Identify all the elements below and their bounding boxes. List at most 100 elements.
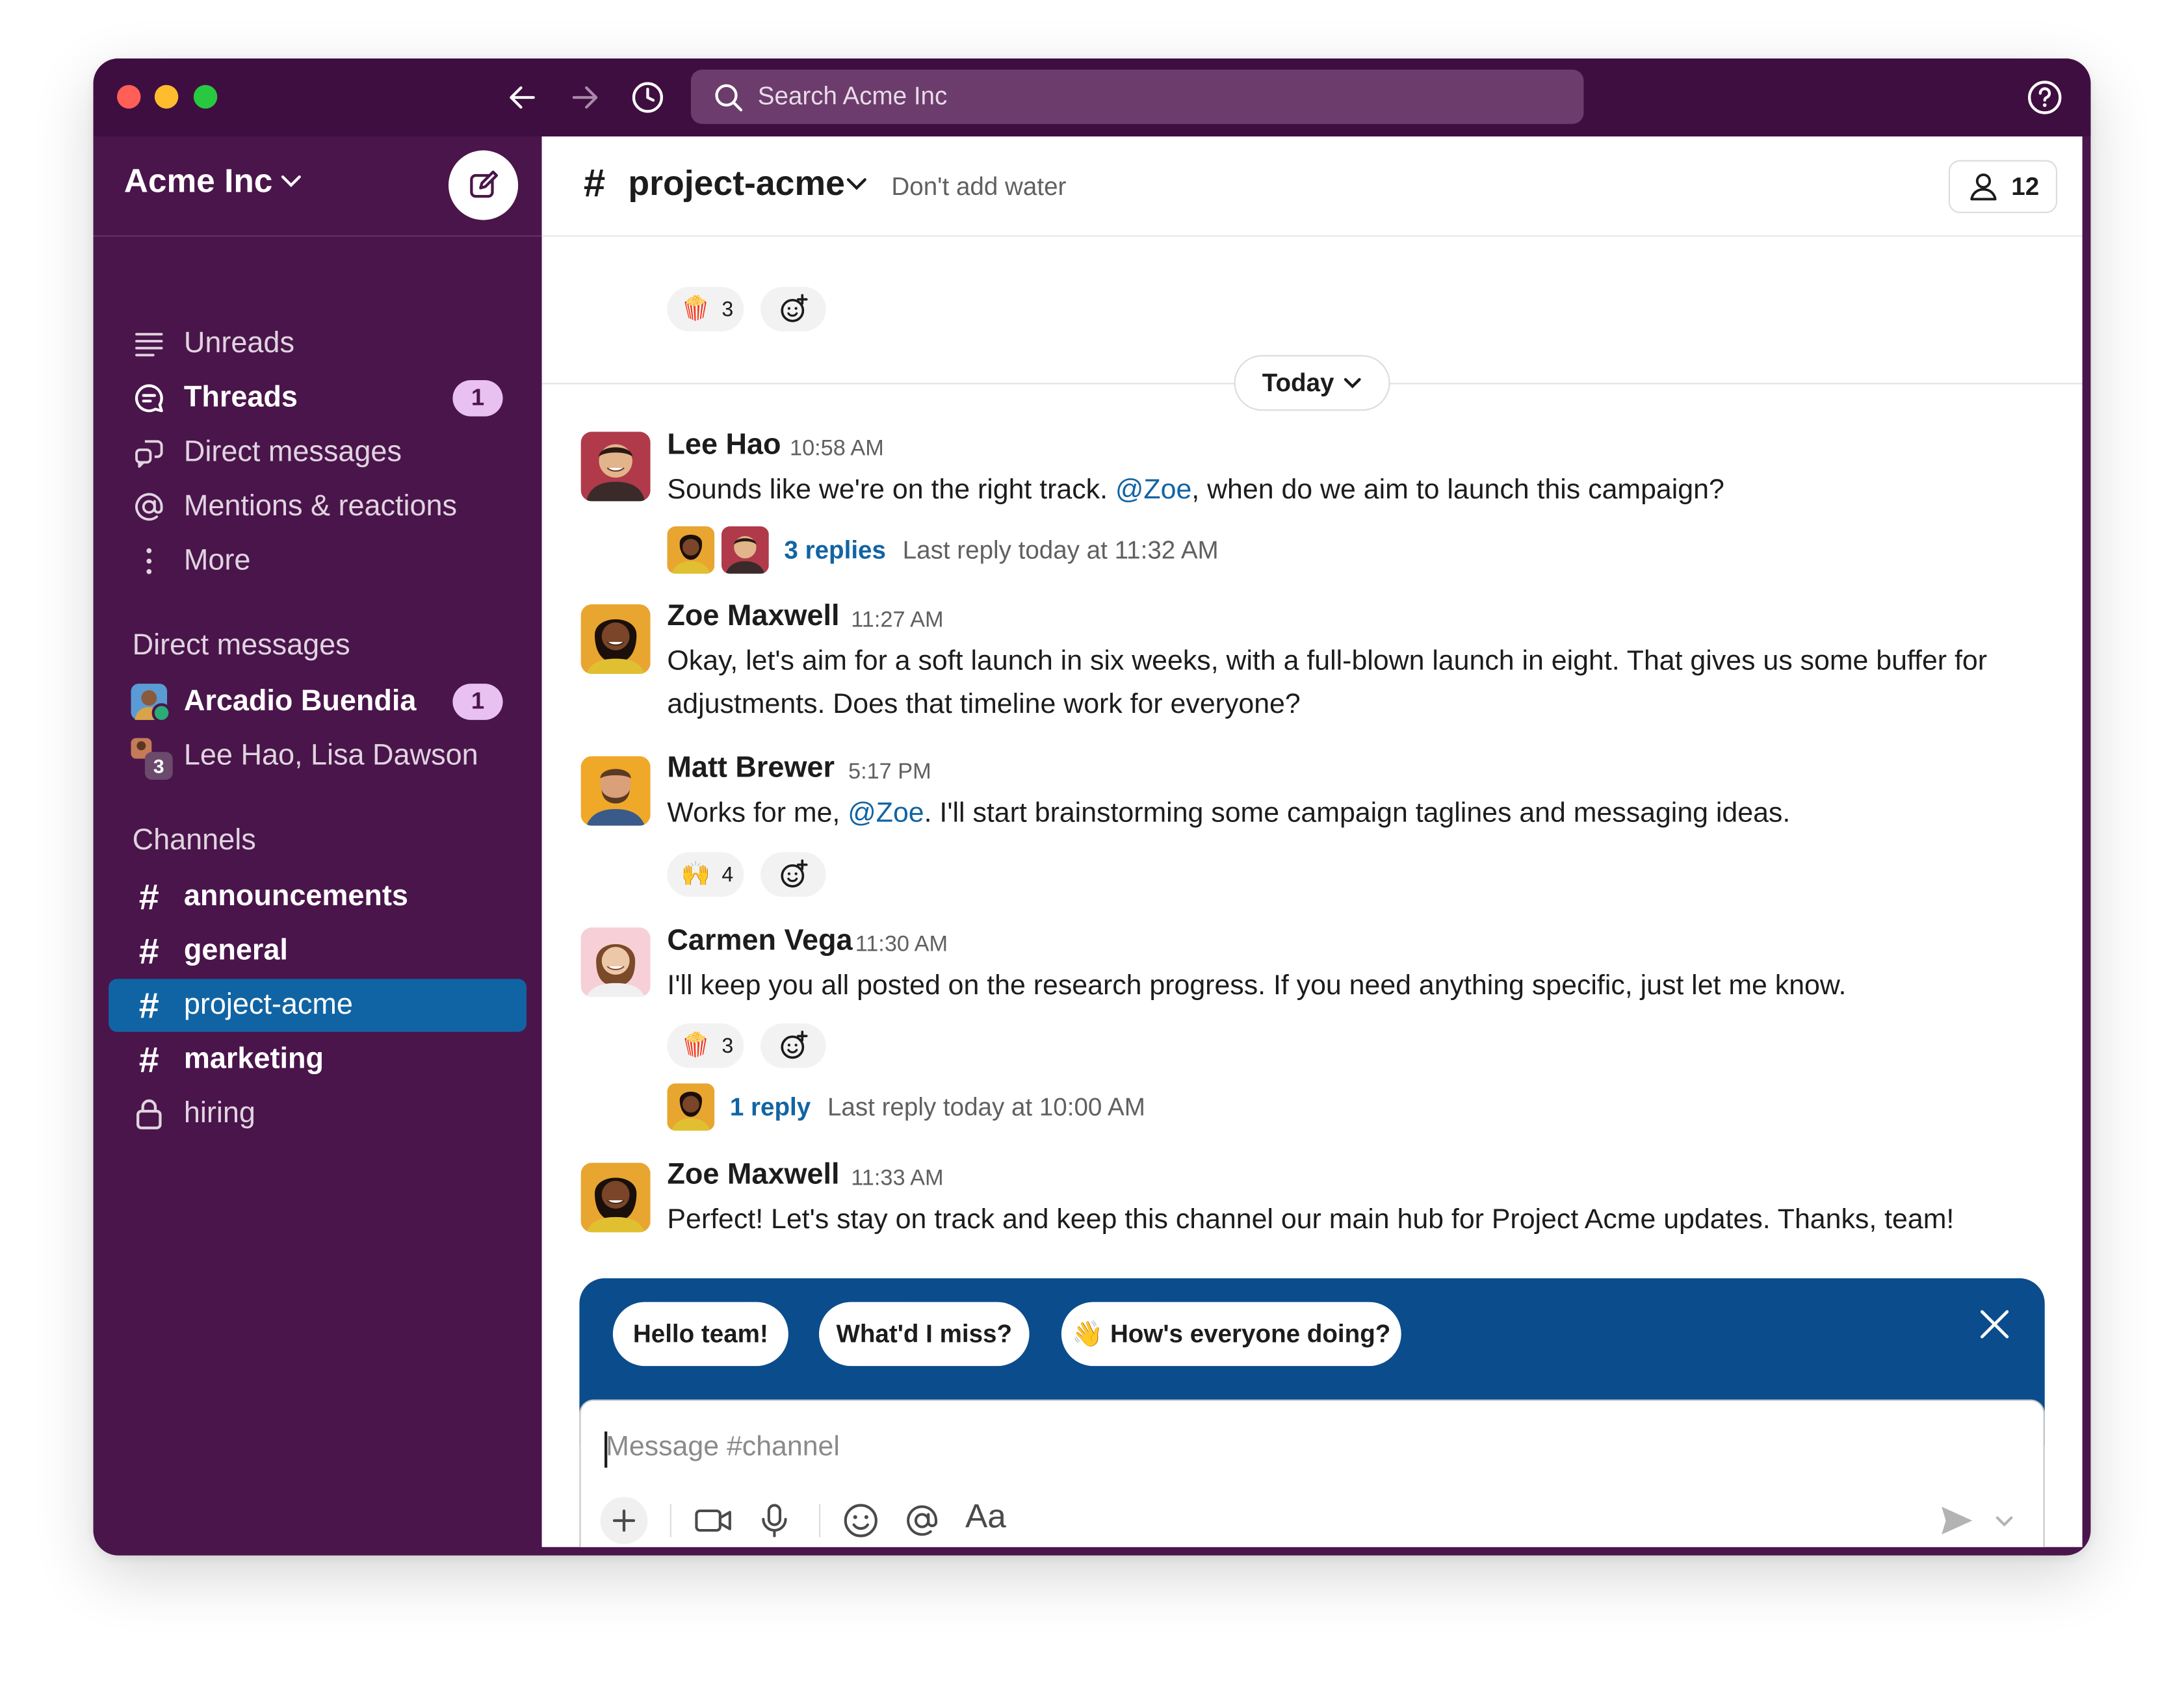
members-button[interactable]: 12: [1948, 160, 2057, 213]
avatar-zoe-maxwell[interactable]: [580, 604, 651, 675]
compose-icon: [470, 170, 499, 198]
channel-item-hiring[interactable]: hiring: [109, 1088, 526, 1140]
formatting-button[interactable]: Aa: [965, 1498, 1006, 1537]
compose-button[interactable]: [448, 150, 519, 220]
emoji-icon[interactable]: [840, 1500, 881, 1541]
hash-icon: #: [138, 984, 159, 1027]
history-clock-icon[interactable]: [628, 78, 667, 117]
video-clip-icon[interactable]: [692, 1500, 734, 1541]
message-timestamp[interactable]: 10:58 AM: [790, 437, 884, 463]
person-icon: [1970, 173, 1997, 201]
mention-at-icon[interactable]: [901, 1500, 942, 1541]
unread-badge: 1: [452, 380, 503, 417]
message-timestamp[interactable]: 11:30 AM: [855, 933, 948, 958]
add-reaction-button[interactable]: [760, 852, 826, 897]
sidebar: Acme Inc Unreads Threads 1 Direct messag…: [93, 136, 542, 1556]
thread-replies-link[interactable]: 1 reply: [730, 1092, 811, 1122]
message-timestamp[interactable]: 5:17 PM: [848, 760, 931, 786]
message-composer[interactable]: Message #channel Aa: [579, 1399, 2045, 1547]
message-text: Sounds like we're on the right track. @Z…: [667, 474, 1724, 506]
message-sender[interactable]: Zoe Maxwell: [667, 1159, 839, 1192]
message-text: Okay, let's aim for a soft launch in six…: [667, 646, 1988, 720]
suggestion-chip[interactable]: 👋 How's everyone doing?: [1061, 1302, 1401, 1367]
close-window-button[interactable]: [117, 84, 141, 109]
sidebar-item-label: More: [183, 544, 251, 577]
message-sender[interactable]: Zoe Maxwell: [667, 600, 839, 634]
dm-item-arcadio[interactable]: Arcadio Buendia 1: [109, 675, 526, 728]
user-mention[interactable]: @Zoe: [1115, 475, 1191, 506]
channel-item-announcements[interactable]: # announcements: [109, 870, 526, 923]
message-sender[interactable]: Carmen Vega: [667, 925, 852, 958]
date-divider-label: Today: [1262, 368, 1334, 396]
channel-item-general[interactable]: # general: [109, 925, 526, 977]
close-icon[interactable]: [1977, 1306, 2013, 1343]
workspace-name[interactable]: Acme Inc: [124, 163, 273, 202]
add-reaction-button[interactable]: [760, 287, 826, 331]
sidebar-item-threads[interactable]: Threads 1: [109, 372, 526, 424]
message-pane: 🍿 3 # project-acme Don't add water 12 To…: [541, 136, 2083, 1547]
channel-item-project-acme[interactable]: # project-acme: [109, 979, 527, 1032]
search-placeholder: Search Acme Inc: [757, 82, 948, 110]
minimize-window-button[interactable]: [154, 84, 179, 109]
title-bar: Search Acme Inc: [93, 58, 2091, 136]
popcorn-emoji: 🍿: [681, 295, 711, 322]
lock-icon: [131, 1096, 167, 1132]
avatar: [722, 526, 769, 574]
sidebar-item-more[interactable]: More: [109, 535, 526, 587]
chevron-down-icon[interactable]: [280, 173, 302, 190]
thread-summary[interactable]: 1 reply Last reply today at 10:00 AM: [667, 1083, 1145, 1131]
message-timestamp[interactable]: 11:27 AM: [851, 608, 943, 634]
sidebar-item-unreads[interactable]: Unreads: [109, 318, 526, 370]
send-options-chevron-icon[interactable]: [1983, 1500, 2025, 1541]
channel-item-marketing[interactable]: # marketing: [109, 1033, 526, 1086]
forward-arrow-icon[interactable]: [566, 78, 604, 117]
reaction-pill[interactable]: 🍿 3: [667, 1023, 744, 1068]
avatar-zoe-maxwell[interactable]: [580, 1163, 651, 1233]
microphone-icon[interactable]: [753, 1500, 795, 1541]
hash-icon: #: [138, 1038, 159, 1081]
message-sender[interactable]: Lee Hao: [667, 429, 781, 462]
add-reaction-button[interactable]: [760, 1023, 826, 1068]
add-reaction-icon: [780, 1031, 807, 1059]
attach-button[interactable]: [600, 1497, 648, 1545]
search-icon: [715, 83, 743, 111]
back-arrow-icon[interactable]: [503, 78, 542, 117]
message-timestamp[interactable]: 11:33 AM: [851, 1167, 943, 1192]
send-icon[interactable]: [1936, 1500, 1978, 1541]
add-reaction-icon: [780, 294, 807, 322]
avatar-lee-hao[interactable]: [580, 431, 651, 502]
avatar-carmen-vega[interactable]: [580, 927, 651, 997]
sidebar-item-label: Unreads: [183, 327, 294, 359]
suggestion-chip[interactable]: Hello team!: [612, 1302, 788, 1367]
channel-label: marketing: [183, 1043, 324, 1075]
message-input[interactable]: Message #channel: [606, 1432, 840, 1463]
section-title-direct-messages[interactable]: Direct messages: [133, 630, 350, 663]
reaction-pill[interactable]: 🍿 3: [667, 287, 744, 331]
thread-summary[interactable]: 3 replies Last reply today at 11:32 AM: [667, 526, 1219, 574]
dm-item-group[interactable]: 3 Lee Hao, Lisa Dawson: [109, 730, 526, 782]
hash-icon: #: [138, 930, 159, 972]
sidebar-item-direct-messages[interactable]: Direct messages: [109, 426, 526, 479]
channel-topic[interactable]: Don't add water: [891, 173, 1066, 202]
help-icon[interactable]: [2027, 79, 2063, 116]
user-mention[interactable]: @Zoe: [848, 798, 924, 829]
reaction-count: 3: [722, 297, 734, 321]
chevron-down-icon[interactable]: [846, 175, 868, 192]
search-bar[interactable]: Search Acme Inc: [690, 70, 1584, 124]
message-sender[interactable]: Matt Brewer: [667, 752, 835, 785]
sidebar-item-label: Arcadio Buendia: [183, 685, 417, 717]
sidebar-item-mentions[interactable]: Mentions & reactions: [109, 480, 526, 533]
avatar-matt-brewer[interactable]: [580, 756, 651, 826]
reaction-pill[interactable]: 🙌 4: [667, 852, 744, 897]
message-text: Works for me, @Zoe. I'll start brainstor…: [667, 797, 1791, 829]
thread-replies-link[interactable]: 3 replies: [784, 535, 886, 565]
channel-title[interactable]: project-acme: [628, 164, 844, 205]
online-status-indicator: [151, 703, 172, 723]
date-divider-button[interactable]: Today: [1234, 355, 1390, 411]
section-title-channels[interactable]: Channels: [133, 825, 256, 858]
suggestion-chip[interactable]: What'd I miss?: [819, 1302, 1030, 1367]
unreads-icon: [131, 326, 167, 362]
channel-label: announcements: [183, 880, 408, 912]
maximize-window-button[interactable]: [193, 84, 218, 109]
unread-badge: 1: [452, 684, 503, 720]
